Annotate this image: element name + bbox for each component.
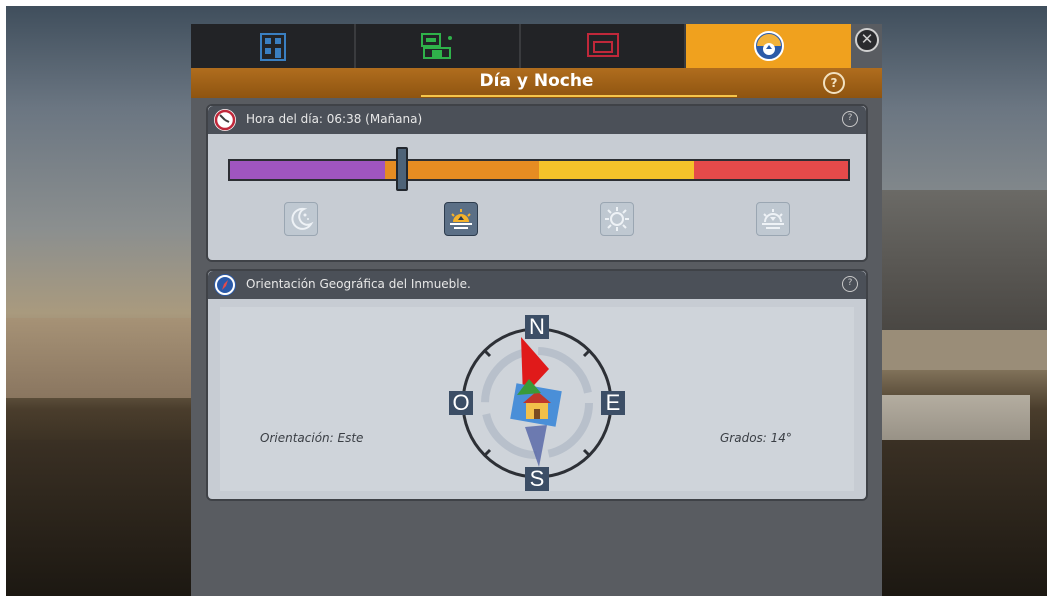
orientation-label: Orientación Geográfica del Inmueble.	[246, 277, 471, 291]
day-night-panel: ✕ Día y Noche ? Hora del día: 06:38 (Mañ…	[191, 24, 882, 596]
sunrise-phase-button[interactable]	[444, 202, 478, 236]
orientation-section: Orientación Geográfica del Inmueble. ? O…	[206, 269, 868, 501]
help-button[interactable]: ?	[823, 72, 845, 94]
moon-night-icon	[291, 207, 314, 230]
sunset-icon	[762, 209, 784, 229]
south-marker: S	[525, 466, 549, 491]
close-button[interactable]: ✕	[855, 28, 879, 52]
night-phase-button[interactable]	[284, 202, 318, 236]
midday-segment	[539, 161, 694, 179]
time-of-day-track[interactable]	[228, 159, 850, 181]
north-marker: N	[525, 314, 549, 339]
time-of-day-section: Hora del día: 06:38 (Mañana) ?	[206, 104, 868, 262]
interior-render-icon	[586, 33, 619, 57]
sunrise-icon	[450, 209, 472, 229]
sunset-phase-button[interactable]	[756, 202, 790, 236]
sun-midday-icon	[605, 207, 629, 231]
furniture-plan-icon	[420, 33, 452, 59]
svg-text:O: O	[452, 390, 469, 415]
help-icon: ?	[830, 76, 838, 90]
svg-text:E: E	[606, 390, 621, 415]
title-underline	[421, 95, 737, 97]
title-bar: Día y Noche ?	[191, 68, 882, 98]
panel-title: Día y Noche	[479, 71, 594, 91]
east-marker: E	[601, 390, 625, 415]
tab-day-night[interactable]	[686, 24, 851, 68]
time-help-button[interactable]: ?	[842, 111, 858, 127]
midday-phase-button[interactable]	[600, 202, 634, 236]
evening-segment	[693, 161, 848, 179]
scene-building	[880, 190, 1053, 330]
night-segment	[230, 161, 385, 179]
svg-text:N: N	[529, 314, 545, 339]
orientation-value: Orientación: Este	[260, 431, 364, 445]
house-icon	[510, 379, 562, 427]
building-blueprint-icon	[259, 33, 286, 61]
help-icon: ?	[847, 113, 853, 123]
compass-icon	[214, 274, 236, 296]
day-night-compass-icon	[753, 31, 784, 61]
time-label: Hora del día: 06:38 (Mañana)	[246, 112, 423, 126]
orientation-body: Orientación: Este Grados: 14° N S E O	[220, 307, 854, 491]
clock-icon	[214, 109, 236, 131]
scene-floor	[0, 318, 200, 398]
time-slider-thumb[interactable]	[396, 147, 409, 191]
close-icon: ✕	[860, 30, 874, 48]
degrees-value: Grados: 14°	[720, 431, 792, 445]
scene-building-base	[880, 330, 1053, 370]
tab-furniture[interactable]	[356, 24, 521, 68]
compass-dial[interactable]: N S E O	[437, 307, 637, 491]
tab-interior[interactable]	[521, 24, 686, 68]
orientation-section-header: Orientación Geográfica del Inmueble. ?	[208, 271, 866, 299]
tab-bar	[191, 24, 851, 68]
help-icon: ?	[847, 278, 853, 288]
tab-building[interactable]	[191, 24, 356, 68]
south-pointer	[525, 425, 547, 467]
svg-text:S: S	[530, 466, 545, 491]
west-marker: O	[449, 390, 473, 415]
time-section-header: Hora del día: 06:38 (Mañana) ?	[208, 106, 866, 134]
orientation-help-button[interactable]: ?	[842, 276, 858, 292]
